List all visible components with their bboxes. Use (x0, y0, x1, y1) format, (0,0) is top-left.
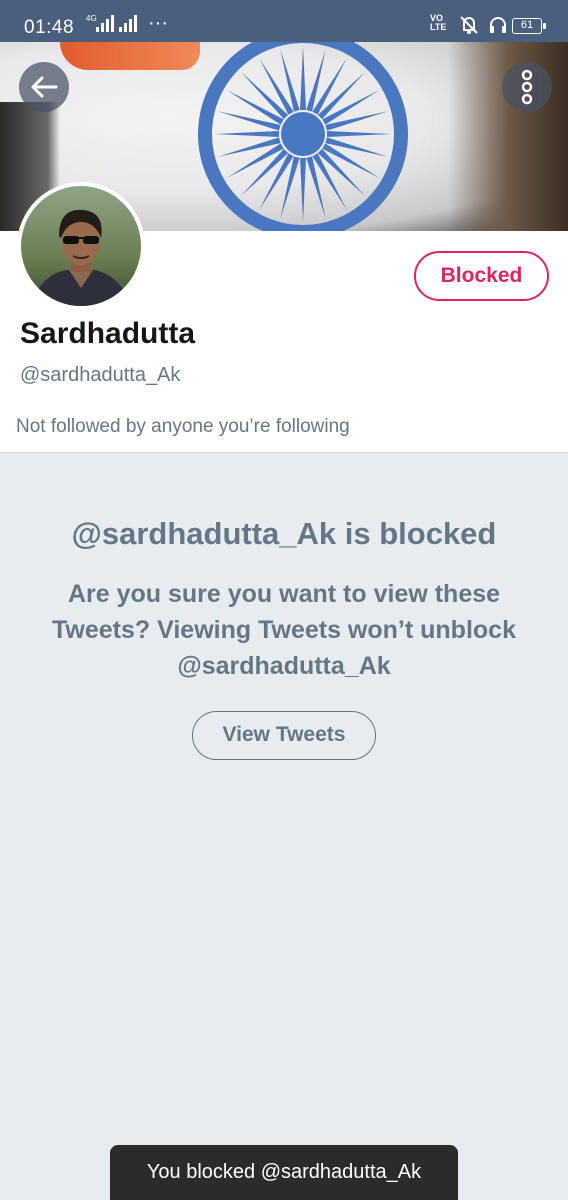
mute-icon (458, 15, 480, 40)
chakra-spoke (217, 111, 281, 131)
chakra-spoke (300, 46, 306, 110)
clock: 01:48 (24, 17, 75, 38)
chakra-spoke (327, 131, 391, 137)
vertical-dots-icon (521, 69, 533, 105)
user-handle: @sardhadutta_Ak (20, 364, 181, 386)
blocked-button[interactable]: Blocked (414, 251, 549, 301)
chakra-spoke (217, 137, 281, 157)
more-notifications-icon: ··· (148, 12, 168, 34)
chakra-spoke (300, 158, 306, 222)
chakra-spoke (325, 111, 389, 131)
signal-icon (96, 14, 114, 32)
chakra-spoke (325, 137, 389, 157)
back-button[interactable] (19, 62, 69, 112)
more-options-button[interactable] (502, 62, 552, 112)
chakra-spoke (215, 131, 279, 137)
chakra-spoke (306, 48, 326, 112)
display-name: Sardhadutta (20, 317, 196, 350)
signal-icon (119, 14, 137, 32)
blocked-title: @sardhadutta_Ak is blocked (71, 516, 497, 551)
chakra-spoke (280, 156, 300, 220)
battery-icon: 61 (512, 18, 546, 34)
volte-icon: VO LTE (430, 13, 447, 32)
chakra-spoke (306, 156, 326, 220)
toast-message: You blocked @sardhadutta_Ak (110, 1145, 458, 1200)
ashoka-chakra-icon (198, 42, 408, 231)
blocked-description: Are you sure you want to view these Twee… (52, 580, 516, 680)
status-bar: 01:48 4G ··· VO LTE 61 (0, 0, 568, 42)
view-tweets-button[interactable]: View Tweets (192, 711, 376, 760)
avatar[interactable] (17, 182, 145, 310)
headset-icon (488, 15, 508, 40)
chakra-spoke (280, 48, 300, 112)
flag-saffron-stripe (60, 42, 200, 70)
arrow-left-icon (31, 76, 58, 98)
avatar-image (21, 186, 141, 306)
followers-you-know[interactable]: Not followed by anyone you’re following (16, 416, 350, 438)
